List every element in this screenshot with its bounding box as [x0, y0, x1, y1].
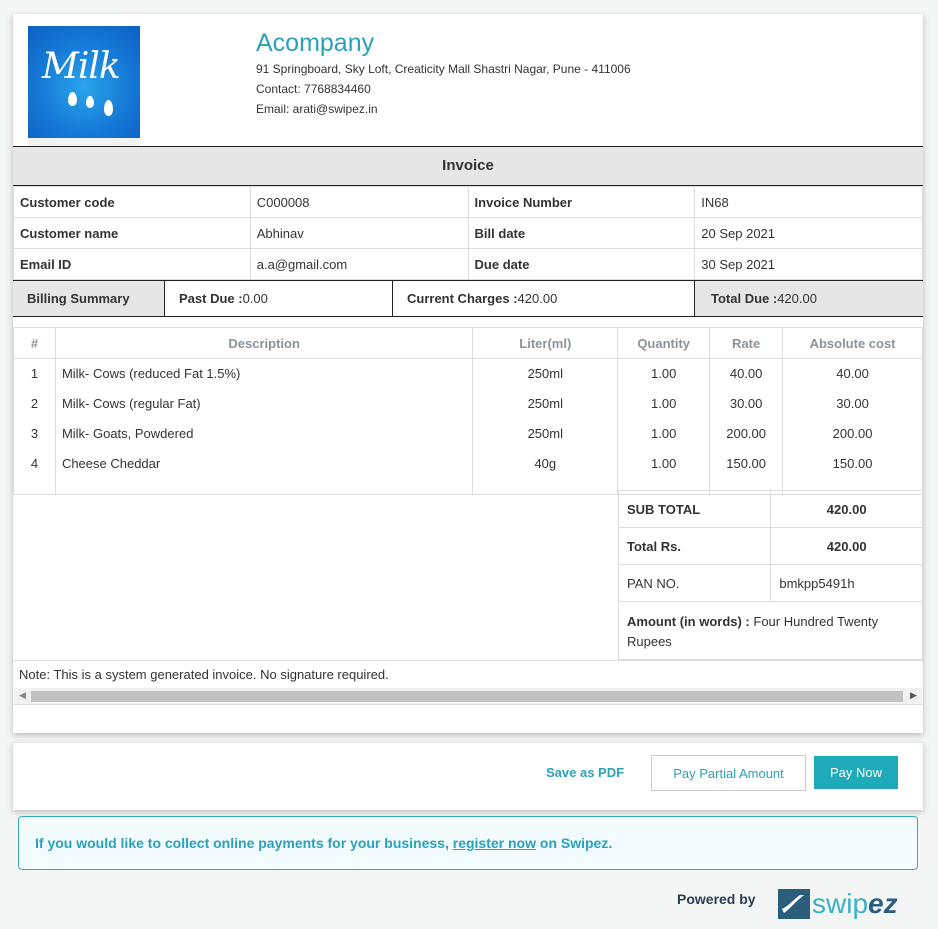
scroll-left-icon[interactable]: ◀: [19, 691, 26, 701]
info-value: C000008: [249, 186, 469, 218]
info-value: IN68: [694, 186, 923, 218]
total-row: Total Rs. 420.00: [617, 527, 923, 565]
info-value: 20 Sep 2021: [694, 217, 923, 249]
actions-card: Save as PDF Pay Partial Amount Pay Now: [13, 743, 923, 810]
logo-text: Milk: [42, 46, 121, 87]
info-label: Invoice Number: [467, 186, 696, 218]
subtotal-row: SUB TOTAL 420.00: [617, 490, 923, 528]
swipez-mark-icon: [778, 889, 810, 919]
company-name: Acompany: [256, 29, 375, 57]
horizontal-scrollbar[interactable]: ◀ ▶: [13, 688, 923, 705]
billing-summary: Billing Summary Past Due : 0.00 Current …: [13, 280, 923, 317]
customer-info-table: Customer code C000008 Invoice Number IN6…: [13, 186, 923, 280]
column-header: Quantity: [617, 327, 711, 359]
subtotal-value: 420.00: [770, 490, 923, 528]
column-header: #: [13, 327, 56, 359]
table-row: 4 Cheese Cheddar 40g 1.00 150.00 150.00: [13, 448, 923, 479]
swipez-logo[interactable]: swipez: [778, 889, 898, 919]
past-due: Past Due : 0.00: [165, 281, 393, 316]
info-row: Customer name Abhinav Bill date 20 Sep 2…: [13, 217, 923, 249]
logo-footer-strip: [28, 138, 140, 146]
scroll-right-icon[interactable]: ▶: [910, 691, 917, 701]
total-due: Total Due : 420.00: [695, 281, 923, 316]
company-contact: Contact: 7768834460: [256, 82, 371, 96]
invoice-card: Milk Acompany 91 Springboard, Sky Loft, …: [13, 14, 923, 733]
invoice-header: Milk Acompany 91 Springboard, Sky Loft, …: [13, 14, 923, 146]
total-value: 420.00: [770, 527, 923, 565]
column-header: Absolute cost: [782, 327, 923, 359]
info-row: Customer code C000008 Invoice Number IN6…: [13, 186, 923, 218]
company-address: 91 Springboard, Sky Loft, Creaticity Mal…: [256, 62, 631, 76]
info-value: a.a@gmail.com: [249, 248, 469, 280]
info-row: Email ID a.a@gmail.com Due date 30 Sep 2…: [13, 248, 923, 280]
totals-table: SUB TOTAL 420.00 Total Rs. 420.00 PAN NO…: [617, 490, 923, 660]
invoice-title: Invoice: [13, 146, 923, 186]
column-header: Rate: [709, 327, 784, 359]
info-label: Bill date: [467, 217, 696, 249]
amount-words-row: Amount (in words) : Four Hundred Twenty …: [618, 601, 923, 660]
save-as-pdf-link[interactable]: Save as PDF: [546, 765, 624, 780]
table-row: 3 Milk- Goats, Powdered 250ml 1.00 200.0…: [13, 418, 923, 449]
items-header: # Description Liter(ml) Quantity Rate Ab…: [13, 327, 923, 359]
invoice-note: Note: This is a system generated invoice…: [13, 660, 923, 687]
swipez-wordmark: swipez: [812, 888, 898, 919]
info-label: Customer code: [13, 186, 251, 218]
column-header: Liter(ml): [472, 327, 619, 359]
info-value: Abhinav: [249, 217, 469, 249]
billing-summary-label: Billing Summary: [13, 281, 165, 316]
current-charges: Current Charges : 420.00: [393, 281, 695, 316]
info-label: Email ID: [13, 248, 251, 280]
column-header: Description: [54, 327, 474, 359]
line-items-table: # Description Liter(ml) Quantity Rate Ab…: [13, 327, 923, 495]
promo-banner: If you would like to collect online paym…: [18, 816, 918, 870]
table-row: 2 Milk- Cows (regular Fat) 250ml 1.00 30…: [13, 388, 923, 419]
company-logo: Milk: [28, 26, 140, 138]
register-now-link[interactable]: register now: [453, 835, 536, 851]
scroll-thumb[interactable]: [31, 691, 903, 702]
info-value: 30 Sep 2021: [694, 248, 923, 280]
pay-partial-amount-button[interactable]: Pay Partial Amount: [651, 755, 806, 791]
company-email: Email: arati@swipez.in: [256, 102, 378, 116]
info-label: Customer name: [13, 217, 251, 249]
table-row: 1 Milk- Cows (reduced Fat 1.5%) 250ml 1.…: [13, 358, 923, 389]
info-label: Due date: [467, 248, 696, 280]
pan-row: PAN NO. bmkpp5491h: [617, 564, 923, 602]
pan-value: bmkpp5491h: [770, 564, 923, 602]
pay-now-button[interactable]: Pay Now: [814, 756, 898, 789]
powered-by-label: Powered by: [677, 891, 756, 907]
